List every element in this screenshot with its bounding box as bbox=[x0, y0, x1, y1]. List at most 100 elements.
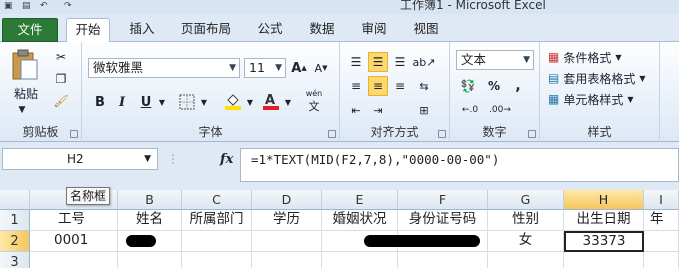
bold-button[interactable]: B bbox=[92, 92, 108, 112]
cut-icon[interactable]: ✂ bbox=[52, 48, 70, 66]
align-right-icon[interactable]: ≡ bbox=[390, 76, 410, 96]
cell-b1[interactable]: 姓名 bbox=[118, 210, 182, 231]
cell-h3[interactable] bbox=[564, 252, 644, 268]
grow-font-icon[interactable]: A ▲ bbox=[290, 58, 308, 78]
tab-formulas[interactable]: 公式 bbox=[250, 18, 290, 42]
decrease-decimal-icon[interactable]: .00→ bbox=[486, 100, 514, 120]
percent-style-icon[interactable]: % bbox=[484, 76, 504, 96]
table-format-button[interactable]: ▤ 套用表格格式 ▼ bbox=[548, 69, 660, 87]
number-format-select[interactable]: 文本 ▼ bbox=[456, 50, 534, 70]
conditional-format-button[interactable]: ▦ 条件格式 ▼ bbox=[548, 48, 660, 66]
underline-button[interactable]: U bbox=[138, 92, 154, 112]
tab-data[interactable]: 数据 bbox=[302, 18, 342, 42]
tab-view[interactable]: 视图 bbox=[406, 18, 446, 42]
accounting-format-icon[interactable]: 💱 bbox=[456, 76, 480, 96]
font-name-select[interactable]: 微软雅黑 ▼ bbox=[88, 58, 240, 78]
underline-dropdown-icon[interactable]: ▼ bbox=[156, 92, 168, 112]
align-center-icon[interactable]: ≡ bbox=[368, 76, 388, 96]
table-format-label: 套用表格格式 bbox=[563, 71, 636, 86]
tab-page-layout[interactable]: 页面布局 bbox=[174, 18, 238, 42]
wrap-text-icon[interactable]: ⇆ bbox=[414, 76, 434, 96]
fill-color-icon[interactable] bbox=[222, 90, 244, 112]
column-header[interactable]: C bbox=[182, 190, 252, 210]
middle-align-icon[interactable]: ☰ bbox=[368, 52, 388, 72]
tab-insert[interactable]: 插入 bbox=[122, 18, 162, 42]
styles-group: ▦ 条件格式 ▼ ▤ 套用表格格式 ▼ ▦ 单元格样式 ▼ 样式 bbox=[540, 42, 660, 142]
cell-h2-active[interactable]: 33373 bbox=[564, 231, 644, 252]
cell-e1[interactable]: 婚姻状况 bbox=[322, 210, 398, 231]
cell-styles-button[interactable]: ▦ 单元格样式 ▼ bbox=[548, 90, 660, 108]
cell-g1[interactable]: 性别 bbox=[488, 210, 564, 231]
font-color-icon[interactable]: A bbox=[260, 90, 282, 112]
tab-review[interactable]: 审阅 bbox=[354, 18, 394, 42]
clipboard-launcher-icon[interactable] bbox=[70, 130, 78, 138]
undo-icon[interactable]: ↶ bbox=[40, 1, 48, 11]
font-size-select[interactable]: 11 ▼ bbox=[244, 58, 286, 78]
format-painter-icon[interactable]: 🖌 bbox=[52, 92, 70, 110]
orientation-icon[interactable]: ab↗ bbox=[413, 52, 436, 72]
alignment-launcher-icon[interactable] bbox=[438, 130, 446, 138]
merge-center-icon[interactable]: ⊞ bbox=[414, 100, 434, 120]
name-box[interactable]: H2 ▼ bbox=[2, 148, 158, 170]
column-header[interactable]: E bbox=[322, 190, 398, 210]
italic-button[interactable]: I bbox=[114, 92, 130, 112]
font-name-arrow-icon: ▼ bbox=[229, 63, 236, 73]
column-header[interactable]: B bbox=[118, 190, 182, 210]
cell-b3[interactable] bbox=[118, 252, 182, 268]
copy-icon[interactable]: ❐ bbox=[52, 70, 70, 88]
column-header[interactable]: F bbox=[398, 190, 488, 210]
paste-button[interactable]: 粘贴 bbox=[6, 84, 46, 102]
fill-color-dropdown-icon[interactable]: ▼ bbox=[244, 92, 256, 112]
comma-style-icon[interactable]: , bbox=[508, 76, 528, 96]
cell-g2[interactable]: 女 bbox=[488, 231, 564, 252]
tab-home[interactable]: 开始 bbox=[66, 18, 110, 43]
formula-input[interactable]: =1*TEXT(MID(F2,7,8),"0000-00-00") bbox=[240, 148, 679, 182]
decrease-indent-icon[interactable]: ⇤ bbox=[346, 100, 366, 120]
formula-bar-grip-icon[interactable]: ⋮ bbox=[164, 149, 182, 169]
cell-c1[interactable]: 所属部门 bbox=[182, 210, 252, 231]
cell-a3[interactable] bbox=[30, 252, 118, 268]
cell-f1[interactable]: 身份证号码 bbox=[398, 210, 488, 231]
cell-c3[interactable] bbox=[182, 252, 252, 268]
align-left-icon[interactable]: ≡ bbox=[346, 76, 366, 96]
column-header[interactable]: G bbox=[488, 190, 564, 210]
select-all-corner[interactable] bbox=[0, 190, 30, 210]
increase-decimal-icon[interactable]: ←.0 bbox=[456, 100, 484, 120]
font-color-dropdown-icon[interactable]: ▼ bbox=[282, 92, 294, 112]
row-header[interactable]: 3 bbox=[0, 252, 30, 268]
cell-a2[interactable]: 0001 bbox=[30, 231, 118, 252]
shrink-font-icon[interactable]: A ▼ bbox=[312, 58, 330, 78]
cell-c2[interactable] bbox=[182, 231, 252, 252]
font-group: 微软雅黑 ▼ 11 ▼ A ▲ A ▼ B I U ▼ ▼ ▼ A ▼ wén 文 字体 bbox=[82, 42, 340, 142]
row-header[interactable]: 1 bbox=[0, 210, 30, 231]
cell-a1[interactable]: 工号 bbox=[30, 210, 118, 231]
number-launcher-icon[interactable] bbox=[528, 130, 536, 138]
cell-e3[interactable] bbox=[322, 252, 398, 268]
column-header[interactable]: D bbox=[252, 190, 322, 210]
borders-icon[interactable] bbox=[176, 92, 198, 112]
cell-i2[interactable] bbox=[644, 231, 679, 252]
paste-icon[interactable] bbox=[8, 48, 42, 82]
top-align-icon[interactable]: ☰ bbox=[346, 52, 366, 72]
cell-d1[interactable]: 学历 bbox=[252, 210, 322, 231]
save-icon[interactable]: ▤ bbox=[22, 1, 31, 11]
cell-g3[interactable] bbox=[488, 252, 564, 268]
tab-file[interactable]: 文件 bbox=[2, 18, 58, 42]
borders-dropdown-icon[interactable]: ▼ bbox=[198, 92, 210, 112]
bottom-align-icon[interactable]: ☰ bbox=[390, 52, 410, 72]
phonetic-guide-icon[interactable]: wén 文 bbox=[300, 88, 328, 114]
redo-icon[interactable]: ↷ bbox=[64, 1, 72, 11]
font-launcher-icon[interactable] bbox=[328, 130, 336, 138]
cell-d2[interactable] bbox=[252, 231, 322, 252]
row-header-selected[interactable]: 2 bbox=[0, 231, 30, 252]
cell-f3[interactable] bbox=[398, 252, 488, 268]
cell-d3[interactable] bbox=[252, 252, 322, 268]
column-header[interactable]: I bbox=[644, 190, 679, 210]
increase-indent-icon[interactable]: ⇥ bbox=[368, 100, 388, 120]
insert-function-icon[interactable]: fx bbox=[220, 152, 233, 167]
cell-i3[interactable] bbox=[644, 252, 679, 268]
cell-h1[interactable]: 出生日期 bbox=[564, 210, 644, 231]
paste-dropdown-icon[interactable]: ▼ bbox=[12, 104, 32, 116]
cell-i1[interactable]: 年 bbox=[644, 210, 679, 231]
column-header-selected[interactable]: H bbox=[564, 190, 644, 210]
